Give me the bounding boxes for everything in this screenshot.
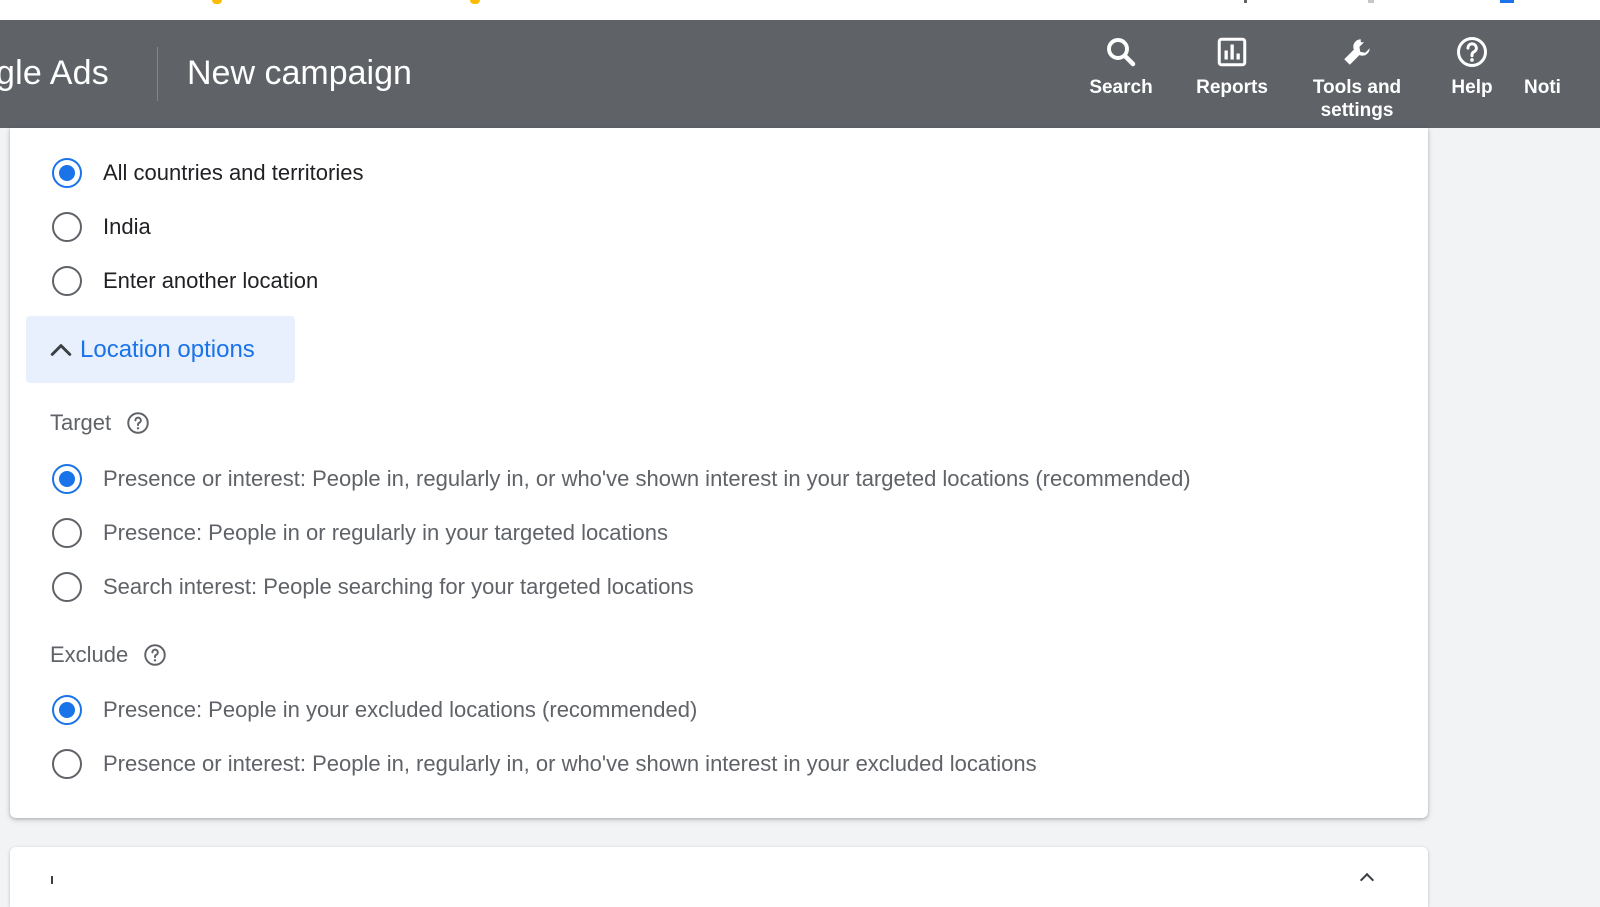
search-button[interactable]: Search: [1080, 34, 1162, 99]
reports-label: Reports: [1196, 77, 1268, 98]
radio-target-presence-or-interest[interactable]: Presence or interest: People in, regular…: [52, 459, 1191, 499]
help-button[interactable]: Help: [1444, 34, 1500, 99]
radio-button[interactable]: [52, 749, 82, 779]
help-icon[interactable]: [125, 410, 151, 436]
radio-india[interactable]: India: [52, 207, 151, 247]
radio-label: Search interest: People searching for yo…: [103, 574, 694, 599]
radio-label: All countries and territories: [103, 160, 364, 185]
page-title: New campaign: [187, 54, 412, 92]
header-divider: [157, 47, 158, 101]
radio-exclude-presence-or-interest[interactable]: Presence or interest: People in, regular…: [52, 744, 1037, 784]
radio-label: Presence: People in your excluded locati…: [103, 697, 698, 722]
radio-exclude-presence[interactable]: Presence: People in your excluded locati…: [52, 690, 697, 730]
toolbar-icon: [1244, 0, 1247, 3]
radio-button[interactable]: [52, 266, 82, 296]
target-section-label: Target: [50, 410, 151, 436]
exclude-label: Exclude: [50, 642, 129, 667]
help-circle-icon: [1454, 34, 1490, 70]
radio-label: Presence: People in or regularly in your…: [103, 520, 668, 545]
chevron-up-icon[interactable]: [1359, 872, 1375, 888]
exclude-section-label: Exclude: [50, 642, 168, 668]
browser-toolbar-strip: [0, 0, 1600, 21]
next-section-card: [10, 847, 1428, 907]
profile-icon: [1500, 0, 1514, 3]
help-icon[interactable]: [142, 642, 168, 668]
radio-button[interactable]: [52, 572, 82, 602]
extension-icon: [212, 0, 222, 4]
radio-label: India: [103, 214, 151, 239]
tools-label-line2: settings: [1320, 100, 1394, 121]
chevron-up-icon: [46, 335, 76, 365]
toolbar-icon: [1368, 0, 1374, 3]
radio-target-search-interest[interactable]: Search interest: People searching for yo…: [52, 567, 694, 607]
bar-chart-icon: [1214, 34, 1250, 70]
section-title-fragment: [51, 876, 53, 884]
top-app-bar: gle Ads New campaign Search Reports Tool…: [0, 20, 1600, 128]
radio-target-presence[interactable]: Presence: People in or regularly in your…: [52, 513, 668, 553]
radio-button[interactable]: [52, 518, 82, 548]
radio-label: Enter another location: [103, 268, 319, 293]
location-options-label: Location options: [80, 335, 255, 363]
bookmark-icon: [470, 0, 480, 4]
bell-icon: [1524, 34, 1560, 70]
reports-button[interactable]: Reports: [1188, 34, 1276, 99]
radio-label: Presence or interest: People in, regular…: [103, 751, 1037, 776]
radio-button[interactable]: [52, 695, 82, 725]
location-options-toggle[interactable]: Location options: [26, 316, 295, 383]
wrench-icon: [1339, 34, 1375, 70]
notifications-button[interactable]: Noti: [1524, 34, 1600, 99]
tools-label-line1: Tools and: [1312, 77, 1402, 98]
radio-button[interactable]: [52, 212, 82, 242]
radio-label: Presence or interest: People in, regular…: [103, 466, 1191, 491]
radio-enter-another-location[interactable]: Enter another location: [52, 261, 318, 301]
locations-card: All countries and territories India Ente…: [10, 128, 1428, 818]
tools-and-settings-button[interactable]: Tools and settings: [1300, 34, 1414, 122]
radio-button[interactable]: [52, 464, 82, 494]
notifications-label: Noti: [1524, 77, 1561, 98]
help-label: Help: [1451, 77, 1493, 98]
target-label: Target: [50, 410, 112, 435]
search-icon: [1103, 34, 1139, 70]
radio-all-countries[interactable]: All countries and territories: [52, 153, 363, 193]
google-ads-logo[interactable]: gle Ads: [0, 54, 109, 93]
search-label: Search: [1089, 77, 1153, 98]
radio-button[interactable]: [52, 158, 82, 188]
